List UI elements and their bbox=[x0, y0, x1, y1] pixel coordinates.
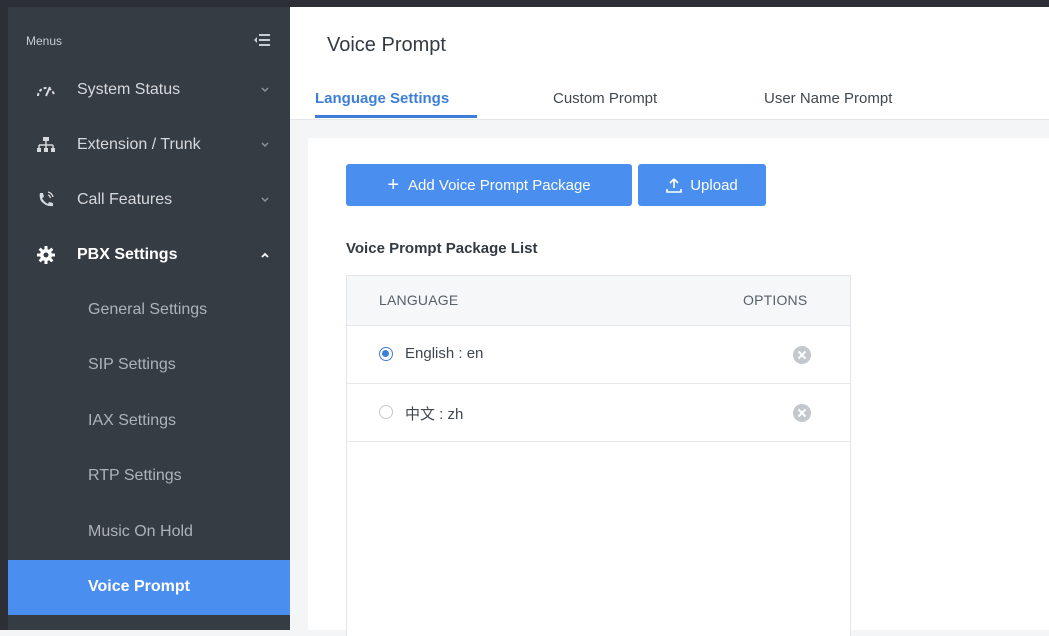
upload-label: Upload bbox=[690, 176, 738, 194]
chevron-up-icon bbox=[261, 252, 269, 258]
window-left-border bbox=[0, 7, 8, 630]
chevron-down-icon bbox=[261, 86, 269, 92]
sidebar-subitem-label: Voice Prompt bbox=[88, 578, 190, 596]
sidebar-subitem-music-on-hold[interactable]: Music On Hold bbox=[8, 504, 290, 560]
sidebar-subitem-voice-prompt[interactable]: Voice Prompt bbox=[8, 559, 290, 615]
sidebar-subitem-label: General Settings bbox=[88, 300, 208, 318]
package-list-title: Voice Prompt Package List bbox=[346, 240, 538, 257]
sidebar-item-call-features[interactable]: Call Features bbox=[8, 172, 290, 227]
sidebar-subitem-iax-settings[interactable]: IAX Settings bbox=[8, 393, 290, 449]
tab-language-settings[interactable]: Language Settings bbox=[315, 90, 449, 107]
language-settings-panel: + Add Voice Prompt Package Upload Voice … bbox=[308, 138, 1049, 636]
network-icon bbox=[36, 135, 56, 155]
sidebar-item-label: PBX Settings bbox=[77, 245, 178, 263]
table-header: LANGUAGE OPTIONS bbox=[347, 276, 850, 325]
tab-custom-prompt[interactable]: Custom Prompt bbox=[553, 90, 657, 107]
plus-icon: + bbox=[387, 174, 400, 196]
upload-icon bbox=[666, 178, 683, 193]
menus-label: Menus bbox=[26, 34, 63, 48]
active-tab-indicator bbox=[315, 115, 477, 118]
page-title: Voice Prompt bbox=[327, 34, 446, 56]
table-row: 中文 : zh bbox=[347, 383, 850, 442]
sidebar-subitem-label: RTP Settings bbox=[88, 467, 182, 485]
sidebar-subitem-sip-settings[interactable]: SIP Settings bbox=[8, 338, 290, 394]
sidebar-item-label: Call Features bbox=[77, 190, 173, 208]
chevron-down-icon bbox=[261, 141, 269, 147]
collapse-menu-icon[interactable] bbox=[254, 33, 270, 47]
language-radio-en[interactable] bbox=[379, 347, 393, 361]
sidebar-subitem-label: SIP Settings bbox=[88, 356, 176, 374]
sidebar-subitem-label: IAX Settings bbox=[88, 411, 177, 429]
add-voice-prompt-package-button[interactable]: + Add Voice Prompt Package bbox=[346, 164, 632, 206]
sidebar-subitem-general-settings[interactable]: General Settings bbox=[8, 282, 290, 338]
main-content: Voice Prompt Language Settings Custom Pr… bbox=[290, 7, 1049, 636]
add-voice-prompt-package-label: Add Voice Prompt Package bbox=[408, 176, 591, 194]
upload-button[interactable]: Upload bbox=[638, 164, 766, 206]
column-header-language: LANGUAGE bbox=[379, 292, 459, 308]
delete-icon[interactable] bbox=[793, 404, 811, 422]
column-header-options: OPTIONS bbox=[743, 292, 808, 308]
sidebar-item-label: Extension / Trunk bbox=[77, 135, 201, 153]
language-radio-zh[interactable] bbox=[379, 405, 393, 419]
language-name: 中文 : zh bbox=[405, 406, 464, 423]
sidebar: Menus System Status Extension / Trunk Ca… bbox=[8, 7, 290, 630]
phone-icon bbox=[36, 190, 56, 210]
sidebar-item-pbx-settings[interactable]: PBX Settings bbox=[8, 227, 290, 282]
tab-user-name-prompt[interactable]: User Name Prompt bbox=[764, 90, 892, 107]
window-top-border bbox=[0, 0, 1049, 7]
page-header: Voice Prompt Language Settings Custom Pr… bbox=[290, 7, 1049, 120]
chevron-down-icon bbox=[261, 196, 269, 202]
sidebar-subitem-rtp-settings[interactable]: RTP Settings bbox=[8, 449, 290, 505]
language-name: English : en bbox=[405, 345, 484, 362]
sidebar-item-system-status[interactable]: System Status bbox=[8, 62, 290, 117]
gear-icon bbox=[36, 245, 56, 265]
sidebar-header: Menus bbox=[8, 7, 290, 62]
gauge-icon bbox=[36, 80, 56, 100]
delete-icon[interactable] bbox=[793, 346, 811, 364]
voice-prompt-package-table: LANGUAGE OPTIONS English : en 中文 : zh bbox=[346, 275, 851, 636]
table-row: English : en bbox=[347, 325, 850, 383]
sidebar-item-label: System Status bbox=[77, 80, 181, 98]
sidebar-item-extension-trunk[interactable]: Extension / Trunk bbox=[8, 117, 290, 172]
sidebar-subitem-label: Music On Hold bbox=[88, 522, 193, 540]
